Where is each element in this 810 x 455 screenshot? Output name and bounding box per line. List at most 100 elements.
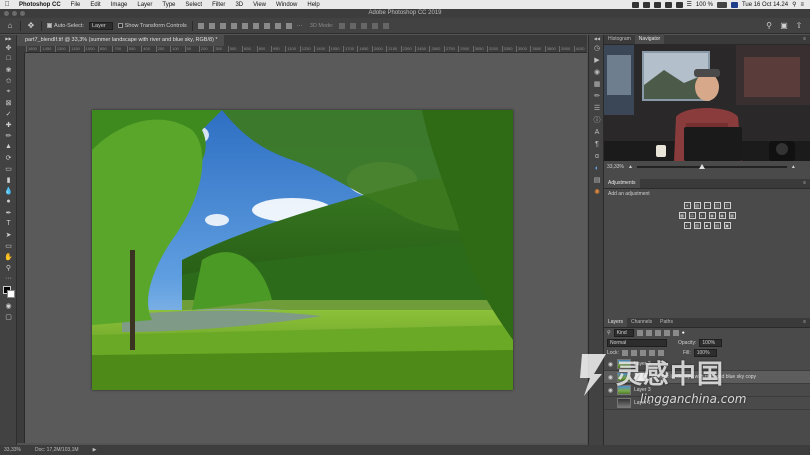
selective-color-icon[interactable]: ▣: [723, 222, 731, 229]
align-top-icon[interactable]: [230, 22, 237, 29]
color-lookup-icon[interactable]: ▦: [728, 212, 736, 219]
status-icon[interactable]: [642, 1, 650, 8]
status-icon[interactable]: [653, 1, 661, 8]
status-icon[interactable]: [631, 1, 639, 8]
panel-collapse-icon[interactable]: ▶▶: [0, 35, 17, 42]
apple-icon[interactable]: : [0, 1, 14, 8]
brush-icon[interactable]: ✏: [589, 90, 605, 102]
3d-pan-icon[interactable]: [360, 22, 367, 29]
menu-filter[interactable]: Filter: [207, 2, 230, 8]
filter-adjust-icon[interactable]: [645, 330, 652, 336]
landscape-photo[interactable]: [92, 110, 513, 390]
menu-image[interactable]: Image: [106, 2, 133, 8]
brush-preset-icon[interactable]: ◉: [589, 66, 605, 78]
align-right-icon[interactable]: [219, 22, 226, 29]
search-icon[interactable]: ⚲: [792, 1, 796, 8]
tab-layers[interactable]: Layers: [604, 317, 628, 327]
more-icon[interactable]: ···: [0, 273, 17, 284]
kind-dropdown[interactable]: Kind: [613, 329, 634, 337]
more-options-icon[interactable]: ···: [297, 23, 305, 29]
filter-search-icon[interactable]: ⚲: [607, 330, 611, 336]
tab-navigator[interactable]: Navigator: [634, 34, 665, 44]
paragraph-icon[interactable]: ¶: [589, 138, 605, 150]
blend-mode-dropdown[interactable]: Normal: [607, 339, 667, 347]
clone-source-icon[interactable]: ▦: [589, 78, 605, 90]
lasso-icon[interactable]: ❀: [0, 64, 17, 75]
history-icon[interactable]: ◷: [589, 42, 605, 54]
panel-menu-icon[interactable]: ≡: [803, 180, 810, 188]
panel-menu-icon[interactable]: ≡: [803, 319, 810, 327]
filter-shape-icon[interactable]: [663, 330, 670, 336]
wifi-icon[interactable]: ☰: [687, 1, 692, 8]
filter-pixel-icon[interactable]: [636, 330, 643, 336]
distribute-icon[interactable]: [263, 22, 270, 29]
auto-select-checkbox[interactable]: Auto-Select:: [47, 23, 84, 29]
swatches-icon[interactable]: ✺: [589, 186, 605, 198]
hand-icon[interactable]: ✋: [0, 251, 17, 262]
eraser-icon[interactable]: ▭: [0, 163, 17, 174]
stamp-icon[interactable]: ▲: [0, 141, 17, 152]
search-icon[interactable]: ⚲: [764, 21, 774, 31]
color-swatch-icon[interactable]: [0, 284, 17, 300]
history-brush-icon[interactable]: ⟳: [0, 152, 17, 163]
gradient-map-icon[interactable]: ▤: [713, 222, 721, 229]
levels-icon[interactable]: ▧: [693, 202, 701, 209]
color-balance-icon[interactable]: ⚖: [688, 212, 696, 219]
zoom-slider[interactable]: [636, 163, 787, 169]
clock[interactable]: Tue 16 Oct 14.24: [742, 2, 788, 8]
3d-orbit-icon[interactable]: [338, 22, 345, 29]
distribute-icon[interactable]: [274, 22, 281, 29]
align-bottom-icon[interactable]: [252, 22, 259, 29]
libraries-icon[interactable]: ▤: [589, 174, 605, 186]
zoom-icon[interactable]: ⚲: [0, 262, 17, 273]
workspace-icon[interactable]: ▣: [779, 21, 789, 31]
type-icon[interactable]: T: [0, 218, 17, 229]
crop-icon[interactable]: ⌖: [0, 86, 17, 97]
menu-file[interactable]: File: [66, 2, 86, 8]
share-icon[interactable]: ⇧: [794, 21, 804, 31]
brightness-icon[interactable]: ☀: [683, 202, 691, 209]
status-arrow-icon[interactable]: ▶: [93, 447, 97, 453]
posterize-icon[interactable]: ▧: [693, 222, 701, 229]
navigator-view[interactable]: [604, 45, 810, 161]
menu-help[interactable]: Help: [302, 2, 324, 8]
battery-status[interactable]: 100 %: [696, 2, 713, 8]
tab-paths[interactable]: Paths: [656, 319, 677, 327]
curves-icon[interactable]: ∽: [703, 202, 711, 209]
canvas-area[interactable]: [25, 53, 587, 443]
adjustments-icon[interactable]: ◐: [589, 162, 605, 174]
dodge-icon[interactable]: ●: [0, 196, 17, 207]
panel-menu-icon[interactable]: ≡: [803, 36, 810, 44]
status-icon[interactable]: [675, 1, 683, 8]
home-icon[interactable]: ⌂: [5, 21, 15, 31]
zoom-readout[interactable]: 33,33%: [4, 447, 21, 453]
menu-list-icon[interactable]: ≡: [800, 2, 804, 8]
marquee-icon[interactable]: □: [0, 53, 17, 64]
brush-icon[interactable]: ✏: [0, 130, 17, 141]
hue-saturation-icon[interactable]: ▩: [678, 212, 686, 219]
gradient-icon[interactable]: ▮: [0, 174, 17, 185]
quick-select-icon[interactable]: ✩: [0, 75, 17, 86]
document-tab[interactable]: part7_blendIf.tif @ 33,3% (summer landsc…: [17, 35, 224, 46]
character-icon[interactable]: A: [589, 126, 605, 138]
invert-icon[interactable]: ◗: [683, 222, 691, 229]
zoom-in-icon[interactable]: ▲: [791, 164, 796, 170]
align-center-icon[interactable]: [208, 22, 215, 29]
threshold-icon[interactable]: ■: [703, 222, 711, 229]
tab-channels[interactable]: Channels: [627, 319, 656, 327]
3d-scale-icon[interactable]: [382, 22, 389, 29]
properties-icon[interactable]: ☰: [589, 102, 605, 114]
move-tool-icon[interactable]: ✥: [26, 21, 36, 31]
auto-select-dropdown[interactable]: Layer: [88, 21, 113, 30]
vibrance-icon[interactable]: ▽: [723, 202, 731, 209]
filter-toggle-icon[interactable]: ●: [682, 330, 685, 336]
navigator-zoom-value[interactable]: 33,33%: [607, 164, 624, 170]
align-left-icon[interactable]: [197, 22, 204, 29]
menu-select[interactable]: Select: [180, 2, 207, 8]
collapse-icon[interactable]: ◀◀: [589, 35, 605, 42]
menu-type[interactable]: Type: [157, 2, 180, 8]
path-select-icon[interactable]: ➤: [0, 229, 17, 240]
status-icon[interactable]: [664, 1, 672, 8]
tab-histogram[interactable]: Histogram: [604, 36, 635, 44]
distribute-icon[interactable]: [285, 22, 292, 29]
